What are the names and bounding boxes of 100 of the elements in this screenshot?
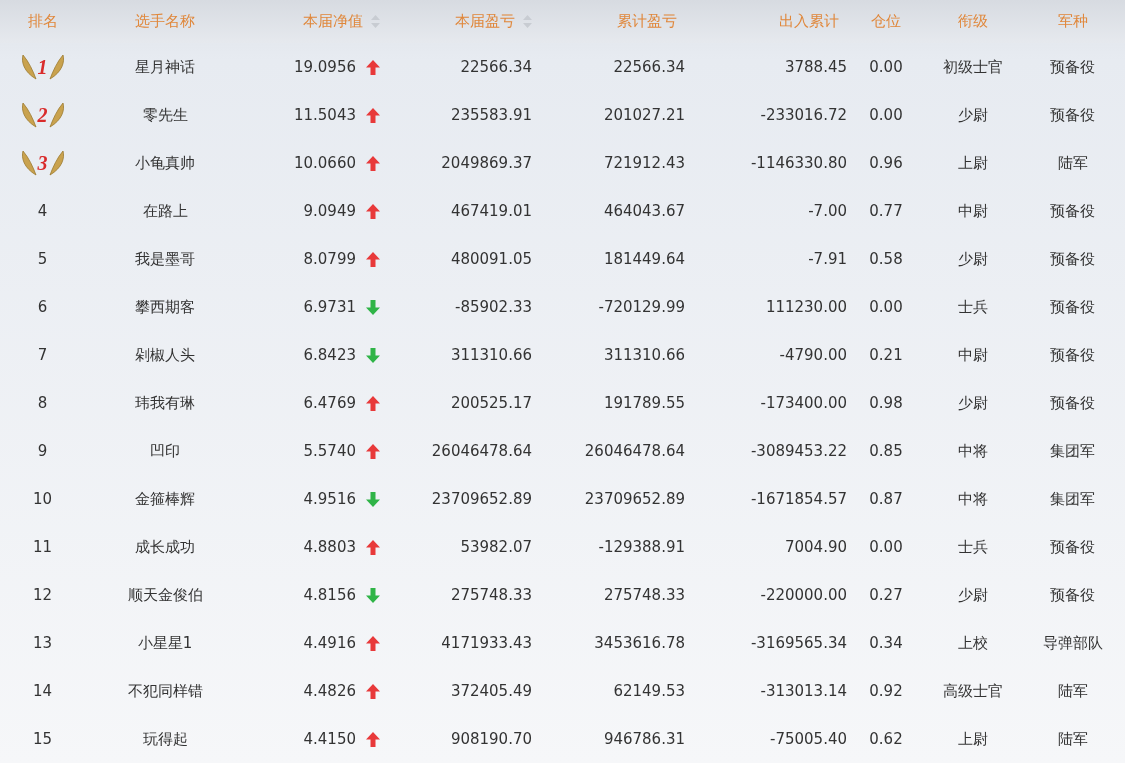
column-header: 军种: [1057, 12, 1088, 31]
net-value: 10.0660: [293, 154, 356, 172]
table-cell: 111230.00: [765, 298, 847, 316]
leaf-icon: [48, 150, 65, 176]
table-cell: 集团军: [1050, 441, 1095, 461]
table-cell: 0.92: [869, 682, 903, 700]
column-header: 累计盈亏: [617, 12, 677, 31]
player-name: 金箍棒辉: [135, 489, 195, 509]
column-header: 选手名称: [135, 12, 195, 31]
table-cell: 3453616.78: [594, 634, 685, 652]
table-cell: 高级士官: [942, 681, 1003, 701]
table-cell: 预备役: [1050, 585, 1095, 605]
table-cell: 陆军: [1057, 681, 1088, 701]
rank-number: 2: [37, 103, 48, 127]
table-cell: -173400.00: [760, 394, 847, 412]
table-cell: -3169565.34: [750, 634, 847, 652]
player-name: 星月神话: [135, 57, 195, 77]
table-cell: 235583.91: [450, 106, 532, 124]
net-value: 6.9731: [303, 298, 356, 316]
table-cell: 预备役: [1050, 297, 1095, 317]
table-cell: -85902.33: [455, 298, 532, 316]
table-cell: 少尉: [957, 105, 988, 125]
leaf-icon: [20, 102, 37, 128]
table-cell: 0.98: [869, 394, 903, 412]
player-name: 玮我有琳: [135, 393, 195, 413]
table-cell: 191789.55: [603, 394, 685, 412]
rank-number: 4: [37, 202, 48, 220]
net-value: 9.0949: [303, 202, 356, 220]
net-value: 4.8156: [303, 586, 356, 604]
table-cell: 预备役: [1050, 201, 1095, 221]
sort-icon[interactable]: [523, 15, 532, 28]
table-cell: -4790.00: [779, 346, 847, 364]
table-cell: 导弹部队: [1042, 633, 1103, 653]
table-cell: 721912.43: [603, 154, 685, 172]
rank-number: 5: [37, 250, 48, 268]
column-header[interactable]: 本届盈亏: [455, 12, 532, 31]
player-name: 零先生: [142, 105, 188, 125]
table-cell: 预备役: [1050, 105, 1095, 125]
rank-number: 6: [37, 298, 48, 316]
table-cell: 62149.53: [613, 682, 685, 700]
table-cell: 4171933.43: [441, 634, 532, 652]
table-cell: 22566.34: [460, 58, 532, 76]
sort-icon[interactable]: [371, 15, 380, 28]
table-cell: -1146330.80: [750, 154, 847, 172]
table-cell: 311310.66: [603, 346, 685, 364]
table-cell: 480091.05: [450, 250, 532, 268]
table-cell: 200525.17: [450, 394, 532, 412]
column-header: 排名: [27, 12, 58, 31]
table-cell: 26046478.64: [584, 442, 685, 460]
net-value: 6.8423: [303, 346, 356, 364]
table-cell: 上校: [957, 633, 988, 653]
player-name: 顺天金俊伯: [127, 585, 203, 605]
table-cell: 0.85: [869, 442, 903, 460]
table-cell: 372405.49: [450, 682, 532, 700]
table-cell: 275748.33: [450, 586, 532, 604]
table-cell: 53982.07: [460, 538, 532, 556]
table-cell: -7.91: [808, 250, 847, 268]
rank-number: 12: [32, 586, 53, 604]
table-cell: 少尉: [957, 393, 988, 413]
table-cell: 467419.01: [450, 202, 532, 220]
table-cell: 上尉: [957, 729, 988, 749]
table-cell: 少尉: [957, 249, 988, 269]
table-cell: 预备役: [1050, 57, 1095, 77]
table-cell: -220000.00: [760, 586, 847, 604]
player-name: 小龟真帅: [135, 153, 195, 173]
rank-number: 1: [37, 55, 48, 79]
table-cell: 0.87: [869, 490, 903, 508]
net-value: 4.4826: [303, 682, 356, 700]
table-cell: -7.00: [808, 202, 847, 220]
table-cell: 预备役: [1050, 537, 1095, 557]
table-cell: 0.21: [869, 346, 903, 364]
net-value: 6.4769: [303, 394, 356, 412]
table-cell: 0.00: [869, 106, 903, 124]
rank-number: 11: [32, 538, 53, 556]
net-value: 4.4916: [303, 634, 356, 652]
rank-number: 9: [37, 442, 48, 460]
net-value: 5.5740: [303, 442, 356, 460]
rank-number: 14: [32, 682, 53, 700]
table-cell: 26046478.64: [431, 442, 532, 460]
table-cell: 2049869.37: [441, 154, 532, 172]
player-name: 小星星1: [137, 633, 193, 653]
table-cell: 22566.34: [613, 58, 685, 76]
table-cell: 0.58: [869, 250, 903, 268]
table-cell: 士兵: [957, 537, 988, 557]
player-name: 剁椒人头: [135, 345, 195, 365]
leaf-icon: [20, 150, 37, 176]
player-name: 凹印: [150, 441, 180, 461]
table-cell: 181449.64: [603, 250, 685, 268]
leaf-icon: [48, 54, 65, 80]
table-cell: 0.00: [869, 538, 903, 556]
column-header[interactable]: 本届净值: [303, 12, 380, 31]
table-cell: 中将: [957, 489, 988, 509]
table-cell: 201027.21: [603, 106, 685, 124]
table-cell: 预备役: [1050, 345, 1095, 365]
rank-number: 3: [37, 151, 48, 175]
column-header: 仓位: [871, 12, 901, 31]
table-cell: 0.34: [869, 634, 903, 652]
table-cell: 陆军: [1057, 729, 1088, 749]
table-cell: 0.62: [869, 730, 903, 748]
table-cell: 908190.70: [450, 730, 532, 748]
